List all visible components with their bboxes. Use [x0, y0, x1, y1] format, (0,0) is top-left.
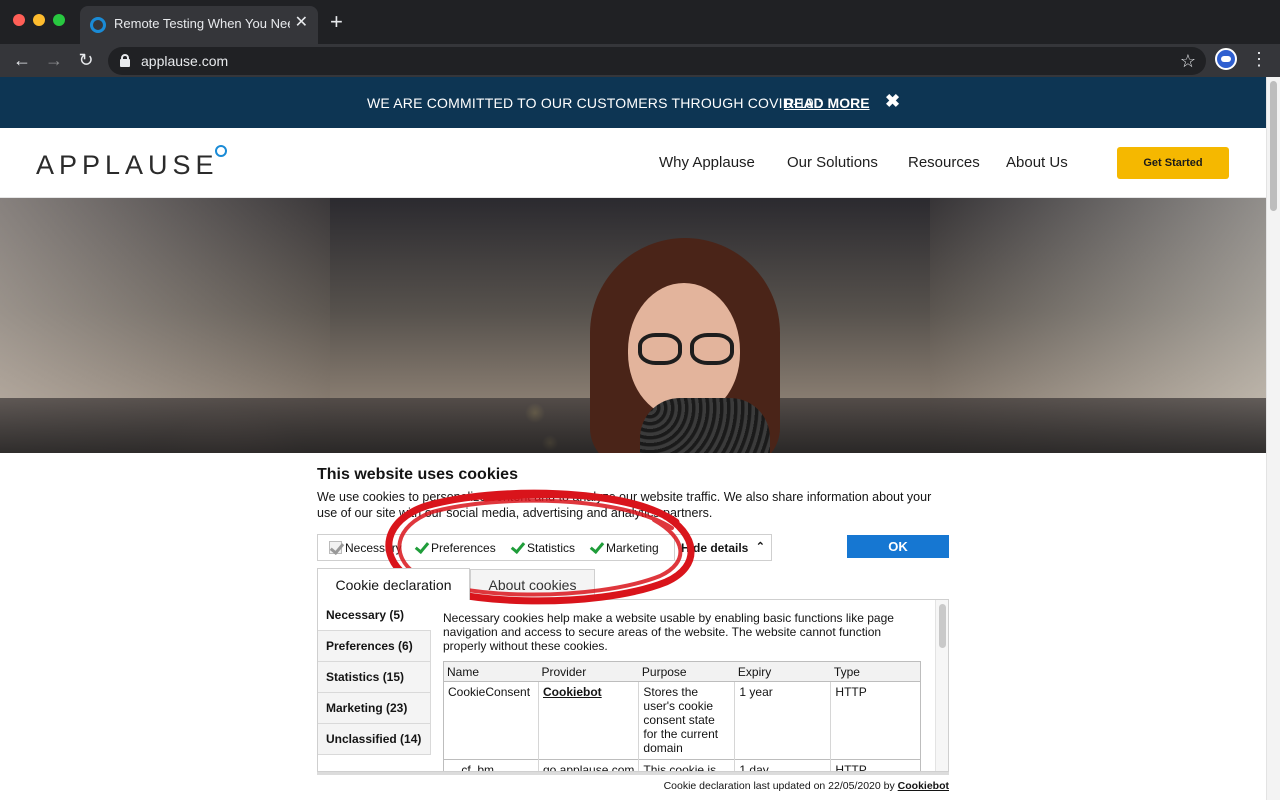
- cookie-table: Name Provider Purpose Expiry Type Cookie…: [443, 661, 921, 772]
- browser-toolbar: ← → ↻ applause.com ☆: [0, 44, 1280, 77]
- ok-button[interactable]: OK: [847, 535, 949, 558]
- browser-tab-bar: Remote Testing When You Nee ✕ +: [0, 0, 1280, 44]
- forward-arrow-icon[interactable]: →: [42, 48, 66, 72]
- close-window-icon[interactable]: [13, 14, 25, 26]
- necessary-label: Necessary: [345, 541, 402, 555]
- cookie-declaration-footer: Cookie declaration last updated on 22/05…: [317, 772, 949, 800]
- necessary-description: Necessary cookies help make a website us…: [443, 611, 894, 653]
- logo-circle-icon: [215, 145, 227, 157]
- cookie-dialog-title: This website uses cookies: [317, 466, 518, 483]
- cookie-declaration-panel: Necessary (5) Preferences (6) Statistics…: [317, 599, 949, 772]
- banner-text: WE ARE COMMITTED TO OUR CUSTOMERS THROUG…: [367, 95, 823, 111]
- preferences-label[interactable]: Preferences: [431, 541, 496, 555]
- bookmark-star-icon[interactable]: ☆: [1180, 50, 1196, 72]
- cookie-dialog-description: We use cookies to personalize content an…: [317, 490, 932, 520]
- col-expiry: Expiry: [734, 661, 831, 682]
- col-name: Name: [443, 661, 539, 682]
- tab-title: Remote Testing When You Nee: [114, 16, 290, 31]
- statistics-checkbox[interactable]: Statistics: [511, 541, 575, 555]
- checkmark-icon[interactable]: [590, 541, 603, 554]
- page-scrollbar[interactable]: [1266, 77, 1280, 800]
- nav-our-solutions[interactable]: Our Solutions: [787, 154, 878, 171]
- tab-about-cookies[interactable]: About cookies: [470, 569, 595, 599]
- marketing-checkbox[interactable]: Marketing: [590, 541, 659, 555]
- applause-favicon-icon: [90, 17, 106, 33]
- tab-close-icon[interactable]: ✕: [295, 14, 308, 32]
- kebab-menu-icon[interactable]: ⋮: [1250, 48, 1268, 70]
- category-marketing[interactable]: Marketing (23): [318, 693, 431, 724]
- cell-type: HTTP: [830, 759, 921, 771]
- site-header: APPLAUSE Why Applause Our Solutions Reso…: [0, 128, 1266, 198]
- declaration-scrollbar-thumb[interactable]: [939, 604, 946, 648]
- table-row: CookieConsent Cookiebot Stores the user'…: [444, 681, 921, 760]
- declaration-scrollbar[interactable]: [935, 600, 948, 771]
- tab-cookie-declaration[interactable]: Cookie declaration: [317, 568, 470, 600]
- statistics-label[interactable]: Statistics: [527, 541, 575, 555]
- cell-provider-link[interactable]: Cookiebot: [537, 681, 639, 760]
- hero-glasses-right: [690, 333, 734, 365]
- cookiebot-link[interactable]: Cookiebot: [898, 780, 949, 792]
- read-more-link[interactable]: READ MORE: [784, 95, 870, 111]
- nav-why-applause[interactable]: Why Applause: [659, 154, 755, 171]
- necessary-checkbox: Necessary: [329, 541, 402, 555]
- cell-expiry: 1 day: [734, 759, 831, 771]
- cell-provider: go.applause.com: [537, 759, 639, 771]
- page-scrollbar-thumb[interactable]: [1270, 81, 1277, 211]
- address-bar[interactable]: applause.com ☆: [108, 47, 1206, 75]
- browser-tab[interactable]: Remote Testing When You Nee ✕: [80, 6, 318, 44]
- nav-resources[interactable]: Resources: [908, 154, 980, 171]
- table-row: __cf_bm go.applause.com This cookie is 1…: [443, 759, 921, 772]
- new-tab-icon[interactable]: +: [330, 10, 343, 34]
- category-statistics[interactable]: Statistics (15): [318, 662, 431, 693]
- hero-glasses-left: [638, 333, 682, 365]
- checkmark-icon[interactable]: [415, 541, 428, 554]
- cell-name: __cf_bm: [448, 763, 495, 772]
- applause-logo[interactable]: APPLAUSE: [36, 150, 219, 181]
- hero-woman-scarf: [640, 398, 770, 453]
- back-arrow-icon[interactable]: ←: [10, 48, 34, 72]
- cell-purpose: This cookie is: [638, 759, 735, 771]
- lock-icon: [120, 54, 130, 67]
- covid-banner: WE ARE COMMITTED TO OUR CUSTOMERS THROUG…: [0, 77, 1266, 128]
- footer-text: Cookie declaration last updated on 22/05…: [663, 780, 895, 792]
- banner-close-icon[interactable]: ✖: [885, 91, 900, 112]
- col-purpose: Purpose: [638, 661, 735, 682]
- hide-details-toggle[interactable]: Hide details ⌃: [674, 535, 772, 560]
- table-header-row: Name Provider Purpose Expiry Type: [443, 661, 921, 682]
- nav-about-us[interactable]: About Us: [1006, 154, 1068, 171]
- cell-name: CookieConsent: [448, 685, 531, 699]
- url-text[interactable]: applause.com: [141, 53, 228, 69]
- reload-icon[interactable]: ↻: [74, 48, 98, 72]
- category-necessary[interactable]: Necessary (5): [318, 600, 431, 631]
- checkmark-icon[interactable]: [511, 541, 524, 554]
- profile-avatar-icon[interactable]: [1215, 48, 1237, 70]
- chevron-up-icon[interactable]: ⌃: [756, 540, 765, 553]
- cell-expiry: 1 year: [734, 681, 831, 760]
- marketing-label[interactable]: Marketing: [606, 541, 659, 555]
- maximize-window-icon[interactable]: [53, 14, 65, 26]
- hide-details-label[interactable]: Hide details: [681, 541, 748, 555]
- cell-purpose: Stores the user's cookie consent state f…: [638, 681, 735, 760]
- get-started-button[interactable]: Get Started: [1117, 147, 1229, 179]
- minimize-window-icon[interactable]: [33, 14, 45, 26]
- preferences-checkbox[interactable]: Preferences: [415, 541, 496, 555]
- cookie-category-list: Necessary (5) Preferences (6) Statistics…: [318, 600, 431, 755]
- cell-type: HTTP: [830, 681, 921, 760]
- consent-options-bar: Necessary Preferences Statistics Marketi…: [317, 534, 772, 561]
- category-unclassified[interactable]: Unclassified (14): [318, 724, 431, 755]
- category-preferences[interactable]: Preferences (6): [318, 631, 431, 662]
- col-type: Type: [830, 661, 921, 682]
- col-provider: Provider: [538, 661, 639, 682]
- checkmark-icon: [329, 541, 342, 554]
- hero-image: [0, 198, 1266, 453]
